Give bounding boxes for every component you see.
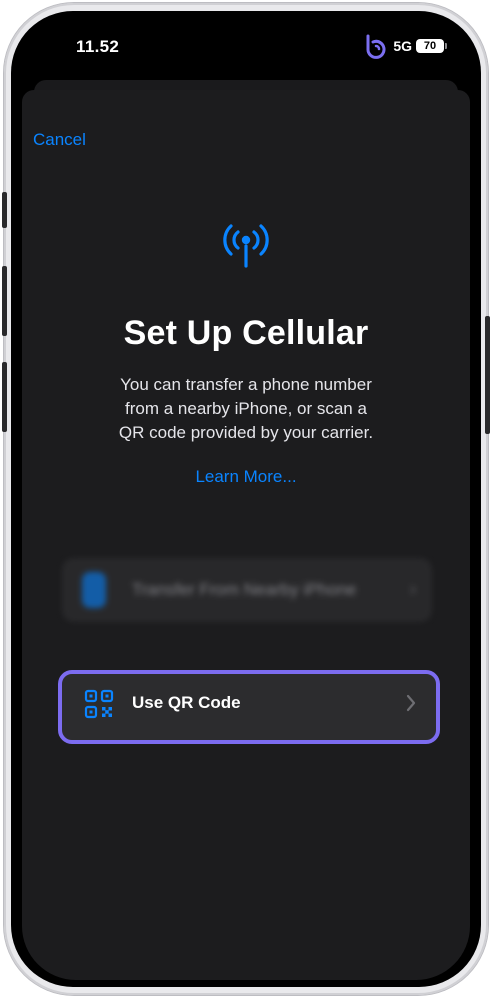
iphone-transfer-icon [82,572,106,608]
network-type: 5G [393,38,412,54]
battery-level: 70 [423,40,437,52]
setup-sheet: Cancel Set Up Cellular You can transfer … [22,90,470,980]
page-title: Set Up Cellular [123,314,369,352]
page-description: You can transfer a phone number from a n… [118,375,374,442]
chevron-right-icon: › [410,579,416,599]
transfer-from-iphone-option[interactable]: Transfer From Nearby iPhone › [62,558,432,622]
use-qr-code-option[interactable]: Use QR Code [58,670,440,744]
transfer-option-label: Transfer From Nearby iPhone [132,580,357,599]
learn-more-link[interactable]: Learn More... [22,467,470,487]
home-indicator [22,976,470,980]
app-logo-icon [366,34,386,59]
status-bar: 11.52 5G 70 [22,20,470,76]
volume-up-button [2,266,7,336]
qr-code-icon [84,689,114,719]
screen: 11.52 5G 70 Cancel Set Up Cellular You c… [22,20,470,980]
power-button [485,316,490,434]
cellular-antenna-icon [223,224,269,268]
chevron-right-icon [406,694,416,712]
cancel-button[interactable]: Cancel [33,130,86,150]
status-indicators: 5G 70 [363,34,447,59]
battery-icon: 70 [416,39,447,53]
qr-option-label: Use QR Code [132,693,241,712]
volume-down-button [2,362,7,432]
action-button [2,192,7,228]
status-time: 11.52 [76,37,120,56]
